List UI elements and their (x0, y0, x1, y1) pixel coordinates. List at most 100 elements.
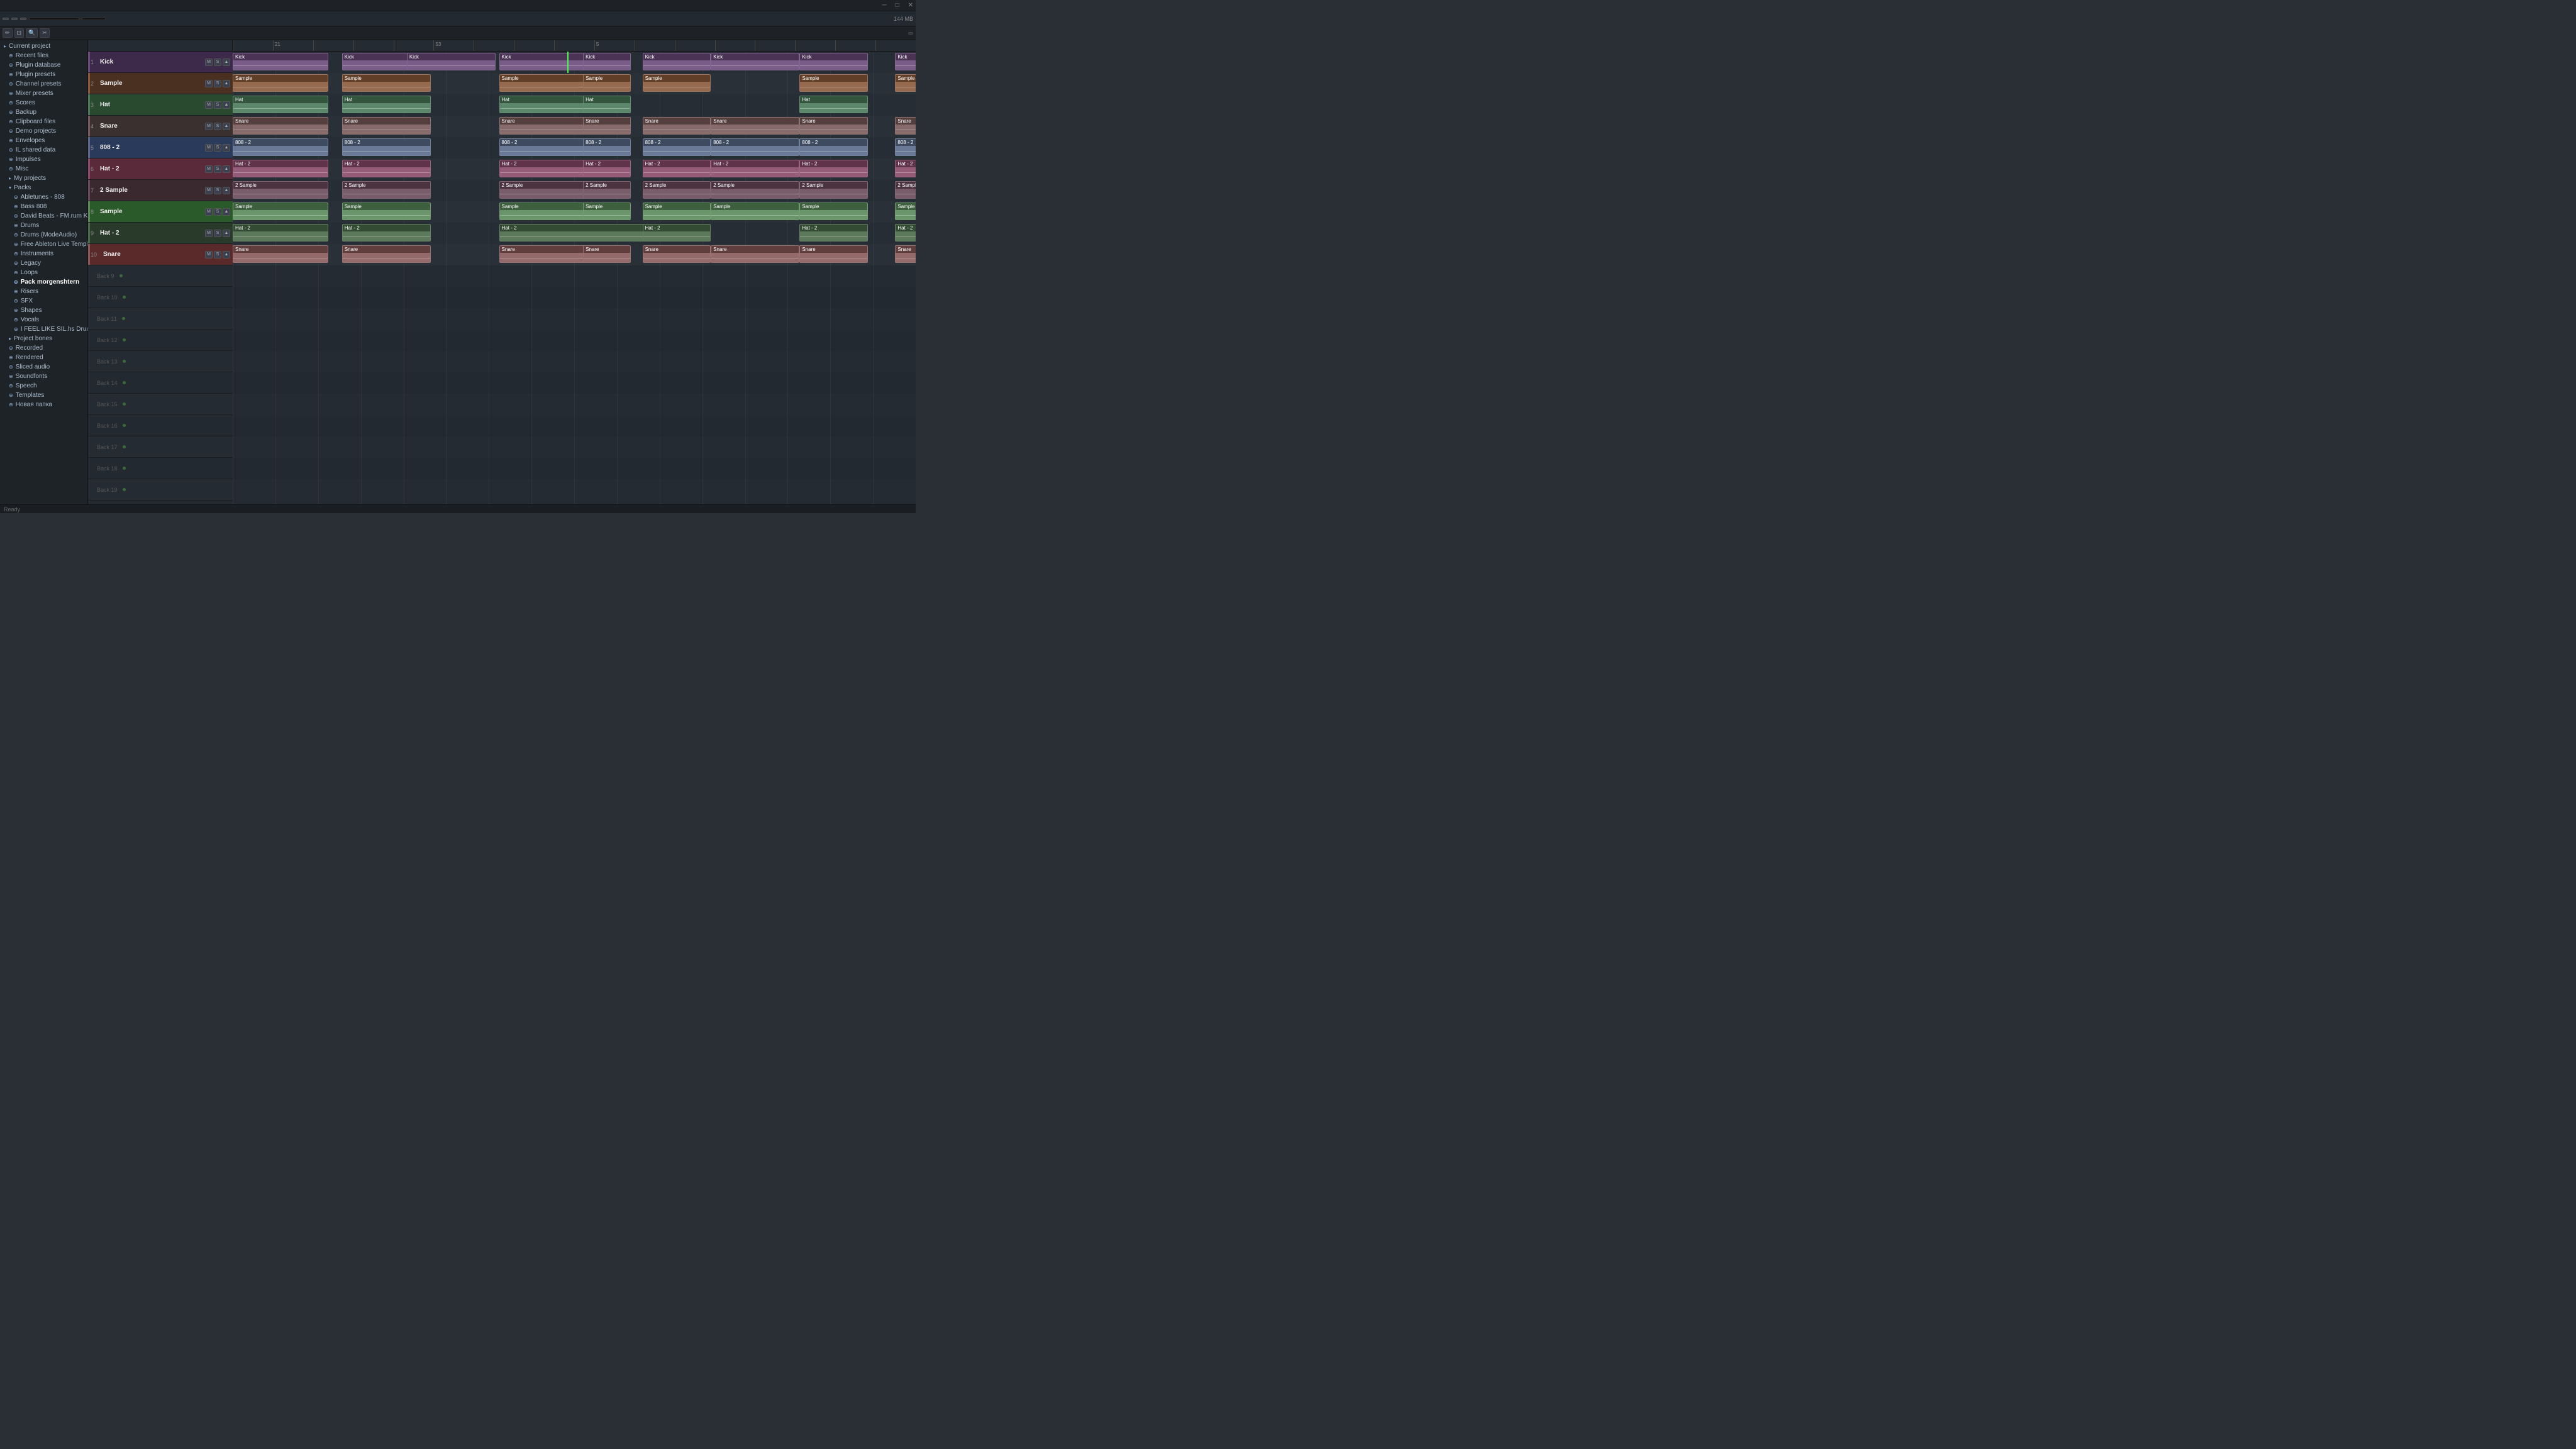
clip-0-2[interactable]: Kick (407, 53, 496, 70)
clip-9-7[interactable]: Snare (895, 245, 916, 263)
track-content-6[interactable]: 2 Sample2 Sample2 Sample2 Sample2 Sample… (233, 180, 916, 201)
tb2-select[interactable]: ⊡ (14, 28, 25, 38)
sidebar-item-21[interactable]: ⊕Free Ableton Live Template (0, 240, 87, 249)
transport-time[interactable] (29, 18, 79, 20)
track-ctrl-btn-M-1[interactable]: M (205, 80, 213, 87)
play-button[interactable] (3, 18, 9, 20)
track-ctrl-btn-M-9[interactable]: M (205, 251, 213, 258)
tb2-zoom[interactable]: 🔍 (26, 28, 38, 38)
track-content-9[interactable]: SnareSnareSnareSnareSnareSnareSnareSnare (233, 244, 916, 265)
sidebar-item-30[interactable]: ⊕I FEEL LIKE SIL.hs DrumKit Vol.1 (0, 325, 87, 334)
sidebar-item-15[interactable]: ▾Packs (0, 183, 87, 192)
clip-8-2[interactable]: Hat - 2 (499, 224, 650, 242)
sidebar-item-14[interactable]: ▸My projects (0, 174, 87, 183)
clip-7-2[interactable]: Sample (499, 203, 595, 220)
sidebar-item-2[interactable]: ⊕Plugin database (0, 60, 87, 70)
clip-5-6[interactable]: Hat - 2 (799, 160, 868, 177)
clip-4-1[interactable]: 808 - 2 (342, 138, 431, 156)
clip-0-0[interactable]: Kick (233, 53, 328, 70)
sidebar-item-6[interactable]: ⊕Scores (0, 98, 87, 108)
sidebar-item-22[interactable]: ⊕Instruments (0, 249, 87, 258)
clip-5-5[interactable]: Hat - 2 (711, 160, 799, 177)
track-label-5[interactable]: 6Hat - 2MS▲ (88, 158, 233, 180)
clip-6-2[interactable]: 2 Sample (499, 181, 595, 199)
track-ctrl-btn-▲-6[interactable]: ▲ (223, 187, 230, 194)
sidebar-item-0[interactable]: ▸Current project (0, 42, 87, 51)
clip-7-7[interactable]: Sample (895, 203, 916, 220)
clip-9-1[interactable]: Snare (342, 245, 431, 263)
track-ctrl-btn-▲-2[interactable]: ▲ (223, 101, 230, 109)
sidebar-item-16[interactable]: ⊕Abletunes - 808 (0, 192, 87, 202)
empty-track-content-5[interactable] (233, 372, 916, 394)
track-ctrl-btn-M-5[interactable]: M (205, 165, 213, 173)
empty-track-content-6[interactable] (233, 394, 916, 415)
track-label-9[interactable]: 10SnareMS▲ (88, 244, 233, 265)
clip-2-1[interactable]: Hat (342, 96, 431, 113)
sample-selector[interactable] (908, 32, 913, 35)
sidebar-item-13[interactable]: ⊕Misc (0, 164, 87, 174)
empty-track-content-3[interactable] (233, 330, 916, 351)
track-ctrl-btn-▲-0[interactable]: ▲ (223, 58, 230, 66)
sidebar-item-23[interactable]: ⊕Legacy (0, 258, 87, 268)
track-ctrl-btn-S-0[interactable]: S (214, 58, 221, 66)
track-ctrl-btn-S-5[interactable]: S (214, 165, 221, 173)
track-content-4[interactable]: 808 - 2808 - 2808 - 2808 - 2808 - 2808 -… (233, 137, 916, 158)
empty-track-content-11[interactable] (233, 501, 916, 504)
empty-track-label-4[interactable]: Back 13 (88, 351, 233, 372)
track-ctrl-btn-▲-5[interactable]: ▲ (223, 165, 230, 173)
track-ctrl-btn-M-8[interactable]: M (205, 230, 213, 237)
sidebar-item-31[interactable]: ▸Project bones (0, 334, 87, 343)
track-label-2[interactable]: 3HatMS▲ (88, 94, 233, 116)
clip-1-5[interactable]: Sample (799, 74, 868, 92)
clip-5-4[interactable]: Hat - 2 (643, 160, 711, 177)
track-ctrl-btn-S-1[interactable]: S (214, 80, 221, 87)
tracks-scroll[interactable]: 1KickMS▲KickKickKickKickKickKickKickKick… (88, 52, 916, 504)
sidebar-item-17[interactable]: ⊕Bass 808 (0, 202, 87, 211)
track-label-1[interactable]: 2SampleMS▲ (88, 73, 233, 94)
track-ctrl-btn-S-6[interactable]: S (214, 187, 221, 194)
track-label-6[interactable]: 72 SampleMS▲ (88, 180, 233, 201)
clip-9-0[interactable]: Snare (233, 245, 328, 263)
clip-3-6[interactable]: Snare (799, 117, 868, 135)
empty-track-label-11[interactable]: Back 20 (88, 501, 233, 504)
track-label-8[interactable]: 9Hat - 2MS▲ (88, 223, 233, 244)
track-content-7[interactable]: SampleSampleSampleSampleSampleSampleSamp… (233, 201, 916, 223)
clip-0-6[interactable]: Kick (711, 53, 799, 70)
clip-2-3[interactable]: Hat (583, 96, 631, 113)
clip-9-4[interactable]: Snare (643, 245, 711, 263)
clip-2-4[interactable]: Hat (799, 96, 868, 113)
transport-bpm[interactable] (82, 18, 106, 20)
empty-track-content-0[interactable] (233, 265, 916, 287)
track-ctrl-btn-S-2[interactable]: S (214, 101, 221, 109)
track-ctrl-btn-M-6[interactable]: M (205, 187, 213, 194)
clip-9-2[interactable]: Snare (499, 245, 595, 263)
clip-7-3[interactable]: Sample (583, 203, 631, 220)
clip-0-8[interactable]: Kick (895, 53, 916, 70)
window-minimize[interactable]: ─ (882, 2, 886, 9)
stop-button[interactable] (11, 18, 18, 20)
record-button[interactable] (20, 18, 26, 20)
track-ctrl-btn-S-4[interactable]: S (214, 144, 221, 152)
empty-track-label-8[interactable]: Back 17 (88, 436, 233, 458)
clip-3-3[interactable]: Snare (583, 117, 631, 135)
empty-track-content-8[interactable] (233, 436, 916, 458)
track-label-3[interactable]: 4SnareMS▲ (88, 116, 233, 137)
track-ctrl-btn-M-3[interactable]: M (205, 123, 213, 130)
empty-track-label-1[interactable]: Back 10 (88, 287, 233, 308)
empty-track-content-9[interactable] (233, 458, 916, 479)
clip-8-0[interactable]: Hat - 2 (233, 224, 328, 242)
clip-9-3[interactable]: Snare (583, 245, 631, 263)
clip-7-5[interactable]: Sample (711, 203, 799, 220)
clip-3-1[interactable]: Snare (342, 117, 431, 135)
track-ctrl-btn-S-3[interactable]: S (214, 123, 221, 130)
empty-track-label-9[interactable]: Back 18 (88, 458, 233, 479)
clip-4-5[interactable]: 808 - 2 (711, 138, 799, 156)
clip-9-5[interactable]: Snare (711, 245, 799, 263)
clip-1-3[interactable]: Sample (583, 74, 631, 92)
sidebar-item-8[interactable]: ⊕Clipboard files (0, 117, 87, 126)
clip-1-6[interactable]: Sample (895, 74, 916, 92)
sidebar-item-12[interactable]: ⊕Impulses (0, 155, 87, 164)
window-close[interactable]: ✕ (908, 2, 913, 9)
clip-4-3[interactable]: 808 - 2 (583, 138, 631, 156)
track-ctrl-btn-M-4[interactable]: M (205, 144, 213, 152)
